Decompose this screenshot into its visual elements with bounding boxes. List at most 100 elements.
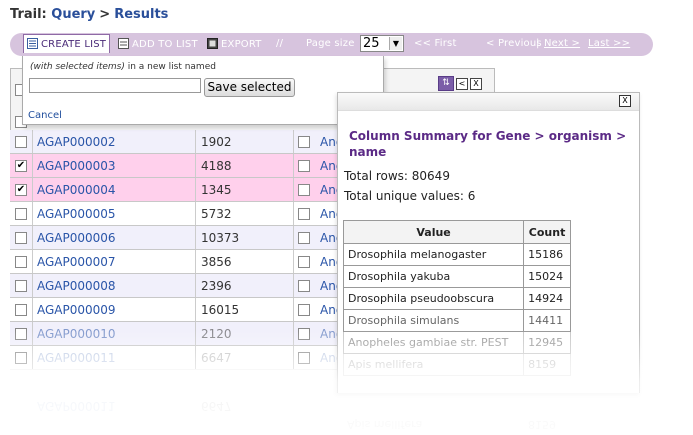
remove-column-icon[interactable]: X [470,77,482,90]
summary-count: 15186 [523,243,571,266]
length-value: 5732 [201,207,232,221]
summary-value: Drosophila yakuba [342,265,525,288]
cancel-link[interactable]: Cancel [28,110,62,121]
summary-value: Drosophila melanogaster [342,243,525,266]
row-checkbox-organism[interactable] [298,328,310,340]
column-divider [293,154,294,177]
column-header-controls: ⇅ < X [438,73,484,92]
column-divider [32,226,33,249]
page-size-select[interactable]: 25 ▼ [360,35,404,52]
row-checkbox-organism[interactable] [298,304,310,316]
column-divider [32,346,33,369]
column-summary-popup: X Column Summary for Gene > organism > n… [337,92,640,393]
column-divider [195,322,196,345]
row-checkbox[interactable] [15,352,27,364]
breadcrumb-item-query[interactable]: Query [51,7,95,22]
column-divider [195,130,196,153]
close-icon[interactable]: X [619,95,631,107]
row-checkbox[interactable] [15,280,27,292]
gene-id-link[interactable]: AGAP000004 [37,183,116,197]
column-divider [195,178,196,201]
gene-id-link[interactable]: AGAP000008 [37,279,116,293]
row-checkbox[interactable] [15,304,27,316]
column-divider [293,346,294,369]
summary-count: 8159 [523,353,571,376]
row-checkbox[interactable] [15,232,27,244]
summary-row: Apis mellifera 8159 [342,353,571,376]
last-page-link[interactable]: Last >> [588,38,630,49]
row-checkbox-organism[interactable] [298,280,310,292]
summary-row: Drosophila yakuba 15024 [342,265,571,288]
length-value: 4188 [201,159,232,173]
total-rows: Total rows: 80649 [344,169,450,183]
summary-count: 15024 [523,265,571,288]
results-toolbar: CREATE LIST ADD TO LIST EXPORT // Page s… [10,33,653,56]
nav-pipe: | [536,38,540,49]
row-checkbox[interactable]: ✔ [15,184,27,196]
column-divider [293,298,294,321]
row-checkbox[interactable]: ✔ [15,160,27,172]
row-checkbox-organism[interactable] [298,184,310,196]
create-list-hint: (with selected items) in a new list name… [30,62,216,72]
column-divider [195,226,196,249]
page-size-value: 25 [363,36,380,51]
gene-id-link[interactable]: AGAP000005 [37,207,116,221]
chevron-down-icon: ▼ [389,37,402,50]
row-checkbox-organism[interactable] [298,208,310,220]
row-checkbox[interactable] [15,328,27,340]
column-divider [195,346,196,369]
breadcrumb: Trail: Query > Results [10,7,168,22]
save-selected-button[interactable]: Save selected [204,78,295,97]
create-list-hint-text: in a new list named [124,62,216,72]
gene-id-link[interactable]: AGAP000003 [37,159,116,173]
length-value: 1902 [201,135,232,149]
gene-id-link[interactable]: AGAP000006 [37,231,116,245]
column-summary-header: X [338,93,639,111]
column-divider [32,154,33,177]
export-button[interactable]: EXPORT [207,38,262,50]
summary-count: 14924 [523,287,571,310]
row-checkbox-organism[interactable] [298,352,310,364]
summary-value: Apis mellifera [342,353,525,376]
row-checkbox-organism[interactable] [298,136,310,148]
gene-id-link[interactable]: AGAP000007 [37,255,116,269]
first-page-button[interactable]: << First [414,38,457,49]
summary-row: Anopheles gambiae str. PEST 12945 [342,331,571,354]
next-page-link[interactable]: Next > [544,38,580,49]
column-divider [293,226,294,249]
summary-count: 14411 [523,309,571,332]
list-name-input[interactable] [29,78,201,93]
column-divider [195,250,196,273]
add-to-list-button[interactable]: ADD TO LIST [118,38,198,50]
collapse-column-icon[interactable]: < [456,77,468,90]
summary-row: Drosophila simulans 14411 [342,309,571,332]
create-list-hint-italic: (with selected items) [30,62,125,72]
gene-id-link[interactable]: AGAP000011 [37,351,116,365]
column-divider [293,250,294,273]
reflection-count: 8159 [528,418,556,431]
reflection-row-id: AGAP000011 [37,399,116,413]
gene-id-link[interactable]: AGAP000002 [37,135,116,149]
breadcrumb-label: Trail: [10,7,47,22]
summary-col-value: Value [342,220,525,244]
add-to-list-label: ADD TO LIST [132,39,198,50]
row-checkbox-organism[interactable] [298,160,310,172]
row-checkbox-organism[interactable] [298,256,310,268]
column-divider [195,298,196,321]
row-checkbox[interactable] [15,208,27,220]
toolbar-divider: // [276,38,284,49]
row-checkbox[interactable] [15,136,27,148]
create-list-button[interactable]: CREATE LIST [23,34,111,53]
sort-icon[interactable]: ⇅ [438,76,454,91]
gene-id-link[interactable]: AGAP000010 [37,327,116,341]
column-divider [293,322,294,345]
gene-id-link[interactable]: AGAP000009 [37,303,116,317]
column-divider [293,274,294,297]
breadcrumb-item-results[interactable]: Results [114,7,168,22]
row-checkbox[interactable] [15,256,27,268]
summary-col-count: Count [523,220,571,244]
previous-page-button[interactable]: < Previous [486,38,542,49]
column-divider [32,202,33,225]
length-value: 16015 [201,303,240,317]
row-checkbox-organism[interactable] [298,232,310,244]
